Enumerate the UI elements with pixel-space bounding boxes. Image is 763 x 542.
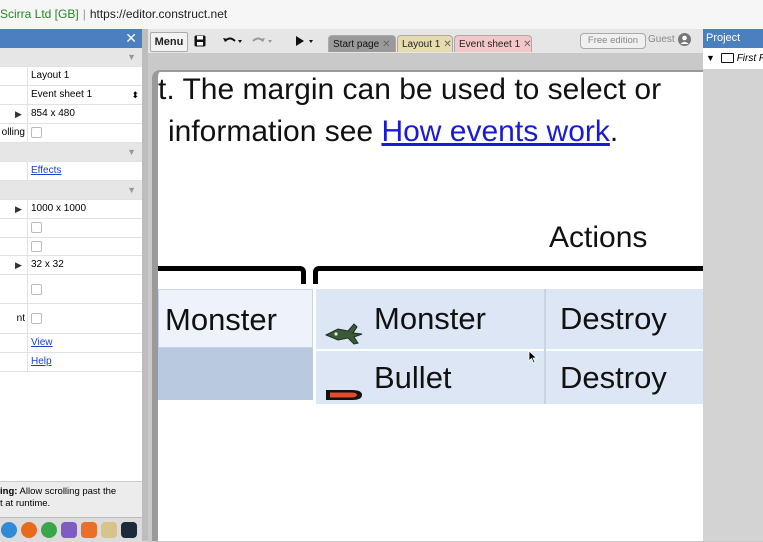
intro-text-line2: information see How events work.	[168, 115, 619, 148]
close-icon[interactable]: ✕	[125, 29, 137, 48]
property-row-checkbox	[0, 275, 142, 304]
project-panel-header: Project	[703, 29, 763, 48]
undo-icon[interactable]	[222, 32, 242, 50]
tab-layout-1[interactable]: Layout 1 ✕	[397, 35, 453, 52]
property-row-size[interactable]: ▶ 854 x 480	[0, 105, 142, 124]
event-sheet-select[interactable]: Event sheet 1 ⬍	[27, 86, 142, 104]
property-row-unbounded-scrolling: olling	[0, 124, 142, 143]
redo-icon[interactable]	[252, 32, 272, 50]
property-row-view[interactable]: View	[0, 334, 142, 353]
how-events-work-link[interactable]: How events work	[381, 115, 609, 148]
help-box-text-line2: t at runtime.	[0, 498, 51, 509]
property-group-header[interactable]: ▼	[0, 48, 142, 67]
properties-panel: ✕ ▼ Layout 1 Event sheet 1 ⬍ ▶ 854 x 480 …	[0, 29, 142, 517]
action-cell[interactable]: Destroy	[546, 351, 703, 404]
action-object-cell[interactable]: Bullet	[316, 351, 544, 404]
free-edition-badge[interactable]: Free edition	[580, 33, 646, 49]
save-icon[interactable]	[194, 32, 206, 50]
property-value-size[interactable]: 854 x 480	[27, 105, 142, 123]
project-panel: Project ▼ First P	[703, 29, 763, 69]
property-row-help[interactable]: Help	[0, 353, 142, 372]
play-icon[interactable]	[294, 32, 316, 50]
property-value-grid-size[interactable]: 32 x 32	[27, 256, 142, 274]
collapse-triangle-icon[interactable]: ▼	[706, 53, 715, 63]
pycharm-icon[interactable]	[121, 522, 137, 538]
property-row-checkbox	[0, 238, 142, 256]
property-group-header[interactable]: ▼	[0, 181, 142, 200]
chevron-down-icon: ▼	[127, 147, 136, 157]
safari-icon[interactable]	[1, 522, 17, 538]
os-dock	[0, 517, 148, 542]
condition-row-empty[interactable]	[158, 348, 313, 400]
tab-close-icon[interactable]: ✕	[443, 39, 451, 50]
help-box-bold-label: ing:	[0, 486, 18, 497]
property-group-header[interactable]: ▼	[0, 143, 142, 162]
view-link[interactable]: View	[31, 337, 53, 348]
property-help-box: ing: Allow scrolling past the t at runti…	[0, 481, 142, 517]
property-row-effects[interactable]: Effects	[0, 162, 142, 181]
tab-event-sheet-1[interactable]: Event sheet 1 ✕	[454, 35, 532, 52]
help-link[interactable]: Help	[31, 356, 52, 367]
monster-icon	[324, 307, 364, 349]
url-text[interactable]: https://editor.construct.net	[90, 7, 227, 21]
browser-url-bar[interactable]: Scirra Ltd [GB] | https://editor.construct…	[0, 0, 763, 30]
condition-row[interactable]: Monster	[158, 289, 313, 348]
property-row-event-sheet[interactable]: Event sheet 1 ⬍	[0, 86, 142, 105]
conditions-bracket	[158, 266, 306, 284]
app-icon[interactable]	[61, 522, 77, 538]
project-tree-root[interactable]: ▼ First P	[703, 48, 763, 69]
action-object-cell[interactable]: Monster	[316, 289, 544, 349]
url-separator: |	[82, 7, 86, 21]
tab-start-page[interactable]: Start page ✕	[328, 35, 396, 52]
tab-close-icon[interactable]: ✕	[523, 39, 531, 50]
event-sheet-view[interactable]: t. The margin can be used to select or i…	[152, 70, 703, 541]
property-value-layout-size[interactable]: 1000 x 1000	[27, 200, 142, 218]
property-checkbox[interactable]	[31, 313, 42, 324]
expand-triangle-icon[interactable]: ▶	[15, 105, 25, 123]
expand-triangle-icon[interactable]: ▶	[15, 200, 25, 218]
chevron-down-icon: ▼	[127, 185, 136, 195]
document-app-icon[interactable]	[101, 522, 117, 538]
expand-triangle-icon[interactable]: ▶	[15, 256, 25, 274]
property-row-layout: Layout 1	[0, 67, 142, 86]
property-checkbox[interactable]	[31, 241, 42, 252]
certificate-label: Scirra Ltd [GB]	[0, 7, 79, 21]
chevron-down-icon: ▼	[127, 52, 136, 62]
properties-panel-header: ✕	[0, 29, 142, 48]
intro-text-line1: t. The margin can be used to select or	[158, 73, 662, 106]
globe-app-icon[interactable]	[41, 522, 57, 538]
select-arrows-icon: ⬍	[131, 90, 139, 100]
editor-toolbar: Menu Start page ✕ Layout 1 ✕ Event sheet 1…	[148, 29, 703, 54]
panel-splitter[interactable]	[142, 29, 148, 541]
property-value-layout: Layout 1	[27, 67, 142, 85]
menu-button[interactable]: Menu	[150, 32, 188, 52]
actions-bracket	[313, 266, 703, 284]
folder-icon	[720, 53, 734, 64]
actions-column-header: Actions	[549, 221, 648, 254]
property-row-layout-size[interactable]: ▶ 1000 x 1000	[0, 200, 142, 219]
project-panel-body	[703, 69, 763, 541]
mouse-cursor-icon	[528, 350, 538, 369]
property-row-grid-size[interactable]: ▶ 32 x 32	[0, 256, 142, 275]
unbounded-scrolling-checkbox[interactable]	[31, 127, 42, 138]
action-cell[interactable]: Destroy	[546, 289, 703, 349]
property-row-checkbox	[0, 219, 142, 238]
property-row-nt: nt	[0, 304, 142, 334]
guest-label[interactable]: Guest	[648, 33, 675, 47]
effects-link[interactable]: Effects	[31, 165, 61, 176]
firefox-icon[interactable]	[21, 522, 37, 538]
help-box-text: Allow scrolling past the	[17, 486, 117, 497]
property-checkbox[interactable]	[31, 284, 42, 295]
action-column-divider	[544, 289, 546, 404]
user-avatar-icon[interactable]	[678, 33, 691, 46]
tab-close-icon[interactable]: ✕	[382, 39, 390, 50]
property-checkbox[interactable]	[31, 222, 42, 233]
bullet-icon	[324, 368, 364, 404]
sublime-icon[interactable]	[81, 522, 97, 538]
